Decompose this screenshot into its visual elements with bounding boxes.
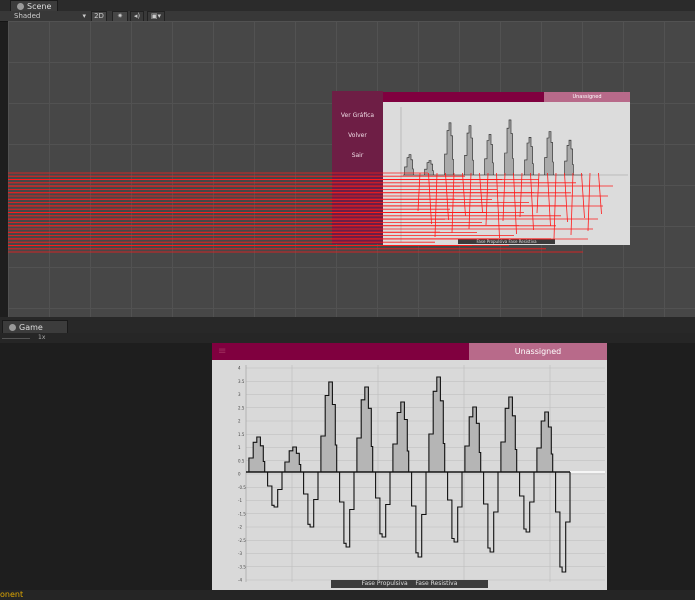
shading-mode-dropdown[interactable]: Shaded ▾ [14,11,86,21]
image-icon: ▣▾ [150,12,162,20]
debug-lines-overlay [8,172,613,253]
scale-label: 1x [38,334,46,341]
debug-line [513,172,517,235]
game-icon [9,324,16,331]
debug-line [564,172,568,223]
game-chart-panel: ≡ Unassigned 4 3.5 3 2.5 2 1.5 1 0.5 0 -0.5 -1 -1.5… [212,343,607,590]
game-chart-legend: Fase Propulsiva Fase Resistiva [331,580,488,588]
y-tick-label: -2 [238,525,242,530]
game-tab-bar: Game [0,317,695,335]
y-tick-label: -3 [238,551,242,556]
y-tick-label: 1 [238,445,241,450]
scene-icon [17,3,24,10]
debug-line [502,172,506,222]
y-tick-label: 4 [238,366,241,371]
y-tick-label: -2.5 [238,538,246,543]
debug-lines [8,172,613,253]
audio-icon: ◂) [133,12,141,20]
y-tick-label: -0.5 [238,485,246,490]
legend-resistive: Fase Resistiva [415,580,458,587]
tab-game-label: Game [19,323,43,332]
y-tick-label: 2.5 [238,405,245,410]
game-chart-header: ≡ [212,343,469,360]
game-unassigned-label: Unassigned [469,343,607,360]
sun-icon: ✷ [117,12,123,20]
debug-line [570,172,574,236]
y-tick-label: 0 [238,472,241,477]
debug-line [598,172,602,215]
scene-viewport[interactable]: Ver Gráfica Volver Sair Unassigned Fase … [8,21,695,317]
y-tick-label: 1.5 [238,432,245,437]
y-tick-label: 3 [238,392,241,397]
y-tick-label: 3.5 [238,379,245,384]
legend-propulsive: Fase Propulsiva [361,580,408,587]
debug-line [468,172,472,230]
y-tick-label: 2 [238,419,241,424]
game-chart-y-ticks: 4 3.5 3 2.5 2 1.5 1 0.5 0 -0.5 -1 -1.5 -2 -2.5 -3 -3.5 -… [238,366,246,583]
menu-icon[interactable]: ≡ [218,346,226,357]
y-tick-label: 0.5 [238,458,245,463]
debug-line [587,172,591,232]
y-tick-label: -4 [238,578,242,583]
console-bar: onent [0,590,695,600]
debug-line [581,172,585,219]
tab-scene-label: Scene [27,2,52,11]
scale-slider-track[interactable] [2,338,30,339]
debug-line [417,172,421,212]
console-text: onent [0,590,24,599]
debug-line [530,172,534,231]
y-tick-label: -3.5 [238,564,246,569]
game-chart-plot: 4 3.5 3 2.5 2 1.5 1 0.5 0 -0.5 -1 -1.5 -2 -2.5 -3 -3.5 -… [238,365,605,583]
debug-line [428,172,432,225]
game-viewport: ≡ Unassigned 4 3.5 3 2.5 2 1.5 1 0.5 0 -0.5 -1 -1.5… [0,343,695,590]
chevron-down-icon: ▾ [82,12,86,20]
y-tick-label: -1 [238,498,242,503]
y-tick-label: -1.5 [238,511,246,516]
debug-line [547,172,551,227]
game-chart-wave [246,376,571,573]
propulsive-area [246,377,570,472]
shading-mode-label: Shaded [14,12,41,20]
